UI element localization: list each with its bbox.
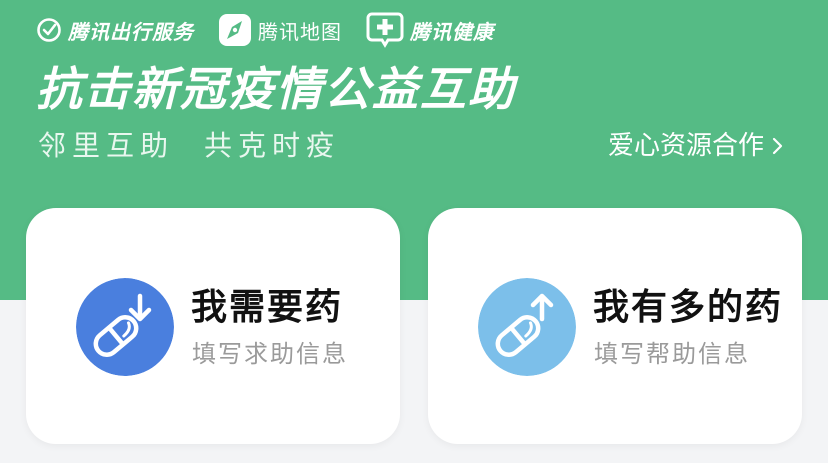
need-medicine-card[interactable]: 我需要药 填写求助信息 xyxy=(26,208,400,444)
slogan-left: 邻里互助 xyxy=(38,129,175,162)
card-subtitle: 填写求助信息 xyxy=(192,340,348,368)
map-compass-icon xyxy=(219,14,251,46)
partner-tencent-health: 腾讯健康 xyxy=(366,12,494,48)
card-title: 我需要药 xyxy=(191,287,344,328)
check-circle-icon xyxy=(37,18,61,42)
partner-label: 腾讯地图 xyxy=(258,19,342,44)
slogan: 邻里互助 共克时疫 xyxy=(38,126,340,166)
slogan-right: 共克时疫 xyxy=(204,129,341,162)
pill-upload-icon xyxy=(478,278,576,376)
cooperate-label: 爱心资源合作 xyxy=(607,131,764,161)
pill-download-icon xyxy=(76,278,174,376)
cooperate-link[interactable]: 爱心资源合作 xyxy=(608,128,784,164)
partner-tencent-travel: 腾讯出行服务 xyxy=(36,16,194,45)
card-title: 我有多的药 xyxy=(593,287,784,328)
partner-tencent-map: 腾讯地图 xyxy=(218,13,342,47)
partner-logos: 腾讯出行服务 腾讯地图 腾讯健康 xyxy=(36,12,494,48)
partner-label: 腾讯健康 xyxy=(410,19,494,44)
have-medicine-card[interactable]: 我有多的药 填写帮助信息 xyxy=(428,208,802,444)
chevron-right-icon xyxy=(772,137,783,155)
card-subtitle: 填写帮助信息 xyxy=(594,340,750,368)
medical-plus-icon xyxy=(366,12,404,48)
page-title: 抗击新冠疫情公益互助 xyxy=(36,62,516,116)
partner-label: 腾讯出行服务 xyxy=(68,19,194,44)
